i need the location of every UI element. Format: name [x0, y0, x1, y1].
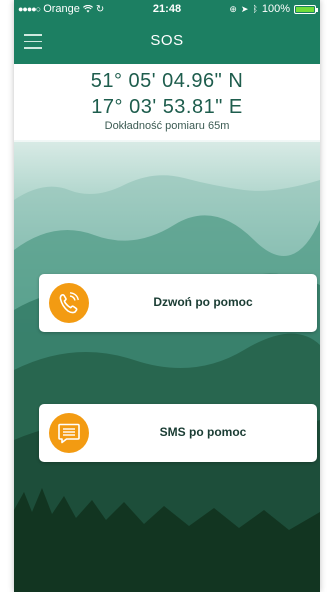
- page-title: SOS: [150, 32, 184, 49]
- bluetooth-icon: ᛒ: [252, 4, 258, 14]
- mountain-image: [14, 175, 320, 592]
- lock-rotation-icon: ⊕: [229, 3, 237, 14]
- longitude: 17° 03' 53.81" E: [91, 96, 243, 118]
- background-landscape: [14, 140, 320, 592]
- status-bar: ●●●●○ Orange ↻ 21:48 ⊕ ➤ ᛒ 100%: [14, 0, 320, 20]
- location-panel: 51° 05' 04.96" N 17° 03' 53.81" E Dokład…: [14, 64, 320, 142]
- battery-icon: [294, 4, 318, 14]
- call-label: Dzwoń po pomoc: [153, 295, 253, 309]
- sms-for-help-button[interactable]: SMS po pomoc: [39, 404, 317, 462]
- phone-screen: ●●●●○ Orange ↻ 21:48 ⊕ ➤ ᛒ 100% SOS 51° …: [14, 0, 320, 592]
- accuracy-text: Dokładność pomiaru 65m: [104, 120, 230, 132]
- location-arrow-icon: ➤: [240, 3, 249, 14]
- phone-call-icon: [49, 283, 89, 323]
- call-for-help-button[interactable]: Dzwoń po pomoc: [39, 274, 317, 332]
- nav-bar: SOS: [14, 20, 320, 64]
- sms-label: SMS po pomoc: [159, 425, 247, 439]
- latitude: 51° 05' 04.96" N: [90, 70, 244, 92]
- status-right: ⊕ ➤ ᛒ 100%: [229, 3, 318, 15]
- message-icon: [49, 413, 89, 453]
- battery-percent: 100%: [261, 3, 290, 15]
